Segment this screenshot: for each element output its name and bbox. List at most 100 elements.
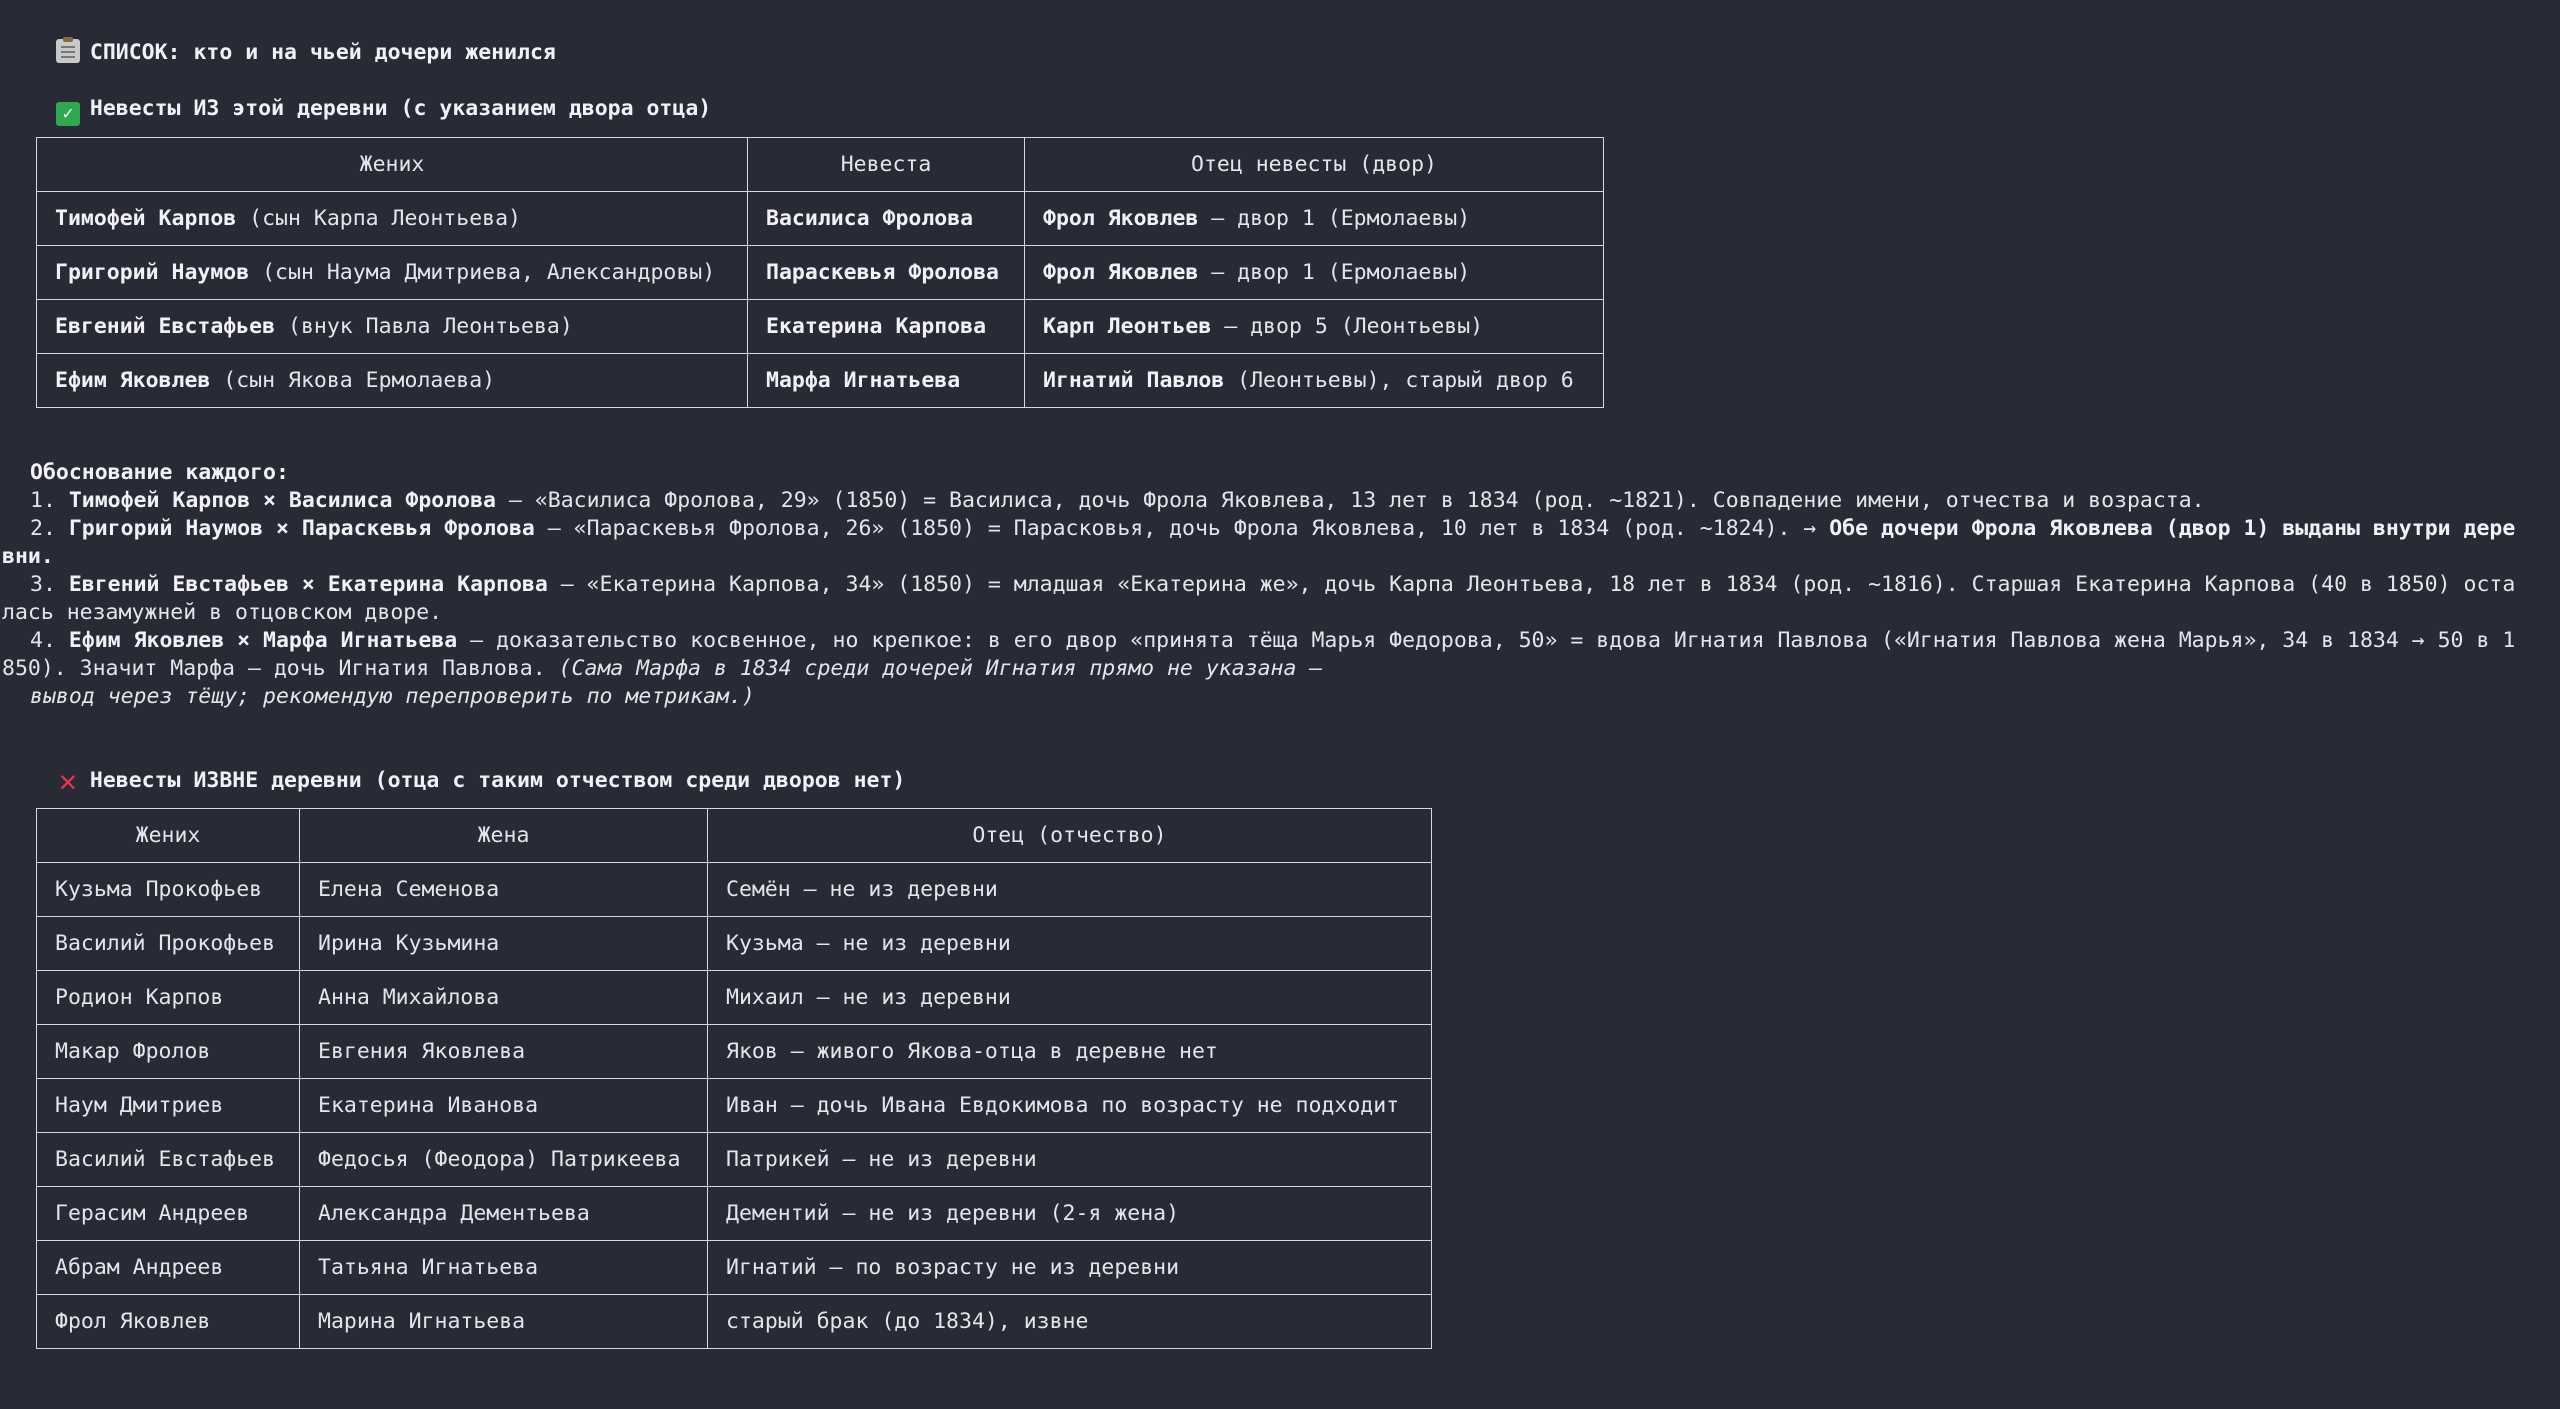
father-note: — двор 5 (Леонтьевы)	[1211, 314, 1484, 339]
column-header: Отец (отчество)	[707, 808, 1432, 863]
father-cell: Игнатий — по возрасту не из деревни	[707, 1240, 1432, 1295]
father-note: — двор 1 (Ермолаевы)	[1198, 260, 1471, 285]
wife-cell: Евгения Яковлева	[299, 1024, 708, 1079]
groom-cell: Василий Прокофьев	[36, 916, 300, 971]
list-title-text: СПИСОК: кто и на чьей дочери женился	[89, 40, 556, 65]
groom-cell: Тимофей Карпов (сын Карпа Леонтьева)	[36, 191, 748, 246]
table-row: Макар Фролов Евгения Яковлева Яков — живог…	[36, 1024, 1432, 1079]
father-name: Фрол Яковлев	[1043, 260, 1199, 285]
explanation-text: 2.	[30, 516, 69, 541]
explanation-text: — доказательство косвенное, но крепкое: …	[457, 628, 2516, 653]
wife-cell: Федосья (Феодора) Патрикеева	[299, 1132, 708, 1187]
father-cell: старый брак (до 1834), извне	[707, 1294, 1432, 1349]
explanation-line: вни.	[2, 543, 54, 571]
explanation-text: Евгений Евстафьев × Екатерина Карпова	[68, 572, 548, 597]
table-header-row: Жених Невеста Отец невесты (двор)	[36, 137, 1604, 192]
list-title: СПИСОК: кто и на чьей дочери женился	[30, 11, 556, 67]
table-row: Григорий Наумов (сын Наума Дмитриева, Ал…	[36, 245, 1604, 300]
bride-cell: Екатерина Карпова	[747, 299, 1025, 354]
inside-heading: ✓ Невесты ИЗ этой деревни (с указанием дв…	[30, 67, 711, 126]
groom-note: (внук Павла Леонтьева)	[275, 314, 573, 339]
father-cell: Патрикей — не из деревни	[707, 1132, 1432, 1187]
groom-cell: Евгений Евстафьев (внук Павла Леонтьева)	[36, 299, 748, 354]
groom-cell: Ефим Яковлев (сын Якова Ермолаева)	[36, 353, 748, 408]
table-row: Ефим Яковлев (сын Якова Ермолаева) Марфа …	[36, 353, 1604, 408]
explanation-text: вни.	[2, 544, 54, 569]
bride-name: Василиса Фролова	[766, 206, 974, 231]
table-row: Василий Евстафьев Федосья (Феодора) Патри…	[36, 1132, 1432, 1187]
column-header: Жених	[36, 137, 748, 192]
outside-heading: ✕ Невесты ИЗВНЕ деревни (отца с таким отч…	[30, 739, 906, 799]
column-header: Отец невесты (двор)	[1024, 137, 1604, 192]
explanation-text: Тимофей Карпов × Василиса Фролова	[68, 488, 496, 513]
explanation-text: Ефим Яковлев × Марфа Игнатьева	[68, 628, 458, 653]
cross-mark-icon: ✕	[58, 764, 77, 799]
father-cell: Фрол Яковлев — двор 1 (Ермолаевы)	[1024, 191, 1604, 246]
groom-cell: Григорий Наумов (сын Наума Дмитриева, Ал…	[36, 245, 748, 300]
explanation-line: 4. Ефим Яковлев × Марфа Игнатьева — дока…	[30, 627, 2515, 655]
father-cell: Иван — дочь Ивана Евдокимова по возрасту…	[707, 1078, 1432, 1133]
table-row: Евгений Евстафьев (внук Павла Леонтьева)…	[36, 299, 1604, 354]
check-mark-icon: ✓	[55, 102, 80, 126]
table-row: Василий Прокофьев Ирина Кузьмина Кузьма — …	[36, 916, 1432, 971]
father-cell: Яков — живого Якова-отца в деревне нет	[707, 1024, 1432, 1079]
wife-cell: Анна Михайлова	[299, 970, 708, 1025]
wife-cell: Ирина Кузьмина	[299, 916, 708, 971]
bride-name: Екатерина Карпова	[766, 314, 987, 339]
groom-name: Евгений Евстафьев	[55, 314, 276, 339]
explanation-text: — «Екатерина Карпова, 34» (1850) = младш…	[547, 572, 2516, 597]
groom-cell: Абрам Андреев	[36, 1240, 300, 1295]
father-note: (Леонтьевы), старый двор 6	[1224, 368, 1574, 393]
table-row: Фрол Яковлев Марина Игнатьева старый брак …	[36, 1294, 1432, 1349]
explanation-line: 850). Значит Марфа — дочь Игнатия Павлов…	[2, 655, 1322, 683]
outside-heading-text: Невесты ИЗВНЕ деревни (отца с таким отче…	[89, 768, 906, 793]
groom-cell: Наум Дмитриев	[36, 1078, 300, 1133]
column-header: Невеста	[747, 137, 1025, 192]
bride-name: Марфа Игнатьева	[766, 368, 961, 393]
father-cell: Семён — не из деревни	[707, 862, 1432, 917]
groom-note: (сын Наума Дмитриева, Александровы)	[249, 260, 716, 285]
father-cell: Фрол Яковлев — двор 1 (Ермолаевы)	[1024, 245, 1604, 300]
explanation-heading: Обоснование каждого:	[30, 460, 289, 485]
groom-name: Тимофей Карпов	[55, 206, 237, 231]
explanation-text: 4.	[30, 628, 69, 653]
table-row: Родион Карпов Анна Михайлова Михаил — не и…	[36, 970, 1432, 1025]
clipboard-icon	[55, 37, 80, 63]
explanation-text: вывод через тёщу; рекомендую перепровери…	[30, 684, 755, 709]
table-header-row: Жених Жена Отец (отчество)	[36, 808, 1432, 863]
explanation-line: 3. Евгений Евстафьев × Екатерина Карпова…	[30, 571, 2515, 599]
wife-cell: Елена Семенова	[299, 862, 708, 917]
bride-cell: Василиса Фролова	[747, 191, 1025, 246]
groom-cell: Макар Фролов	[36, 1024, 300, 1079]
table-row: Герасим Андреев Александра Дементьева Деме…	[36, 1186, 1432, 1241]
explanation-text: Григорий Наумов × Параскевья Фролова	[68, 516, 535, 541]
groom-cell: Фрол Яковлев	[36, 1294, 300, 1349]
bride-cell: Марфа Игнатьева	[747, 353, 1025, 408]
father-note: — двор 1 (Ермолаевы)	[1198, 206, 1471, 231]
explanation-text: Обе дочери Фрола Яковлева (двор 1) выдан…	[1829, 516, 2516, 541]
groom-note: (сын Якова Ермолаева)	[210, 368, 496, 393]
explanation-text: — «Параскевья Фролова, 26» (1850) = Пара…	[534, 516, 1830, 541]
father-name: Игнатий Павлов	[1043, 368, 1225, 393]
father-cell: Игнатий Павлов (Леонтьевы), старый двор …	[1024, 353, 1604, 408]
table-row: Абрам Андреев Татьяна Игнатьева Игнатий — …	[36, 1240, 1432, 1295]
bride-name: Параскевья Фролова	[766, 260, 999, 285]
groom-cell: Герасим Андреев	[36, 1186, 300, 1241]
father-cell: Кузьма — не из деревни	[707, 916, 1432, 971]
table-row: Кузьма Прокофьев Елена Семенова Семён — не…	[36, 862, 1432, 917]
groom-name: Григорий Наумов	[55, 260, 250, 285]
explanation-line: 2. Григорий Наумов × Параскевья Фролова …	[30, 515, 2515, 543]
bride-cell: Параскевья Фролова	[747, 245, 1025, 300]
outside-brides-table: Жених Жена Отец (отчество) Кузьма Прокоф…	[36, 808, 1432, 1349]
table-row: Тимофей Карпов (сын Карпа Леонтьева) Васи…	[36, 191, 1604, 246]
explanation-text: (Сама Марфа в 1834 среди дочерей Игнатия…	[558, 656, 1323, 681]
father-name: Фрол Яковлев	[1043, 206, 1199, 231]
explanation-text: 1.	[30, 488, 69, 513]
wife-cell: Татьяна Игнатьева	[299, 1240, 708, 1295]
table-row: Наум Дмитриев Екатерина Иванова Иван — доч…	[36, 1078, 1432, 1133]
inside-brides-table: Жених Невеста Отец невесты (двор) Тимофе…	[36, 137, 1604, 408]
explanation-text: 3.	[30, 572, 69, 597]
inside-heading-text: Невесты ИЗ этой деревни (с указанием дво…	[89, 96, 712, 121]
father-cell: Дементий — не из деревни (2-я жена)	[707, 1186, 1432, 1241]
groom-cell: Родион Карпов	[36, 970, 300, 1025]
